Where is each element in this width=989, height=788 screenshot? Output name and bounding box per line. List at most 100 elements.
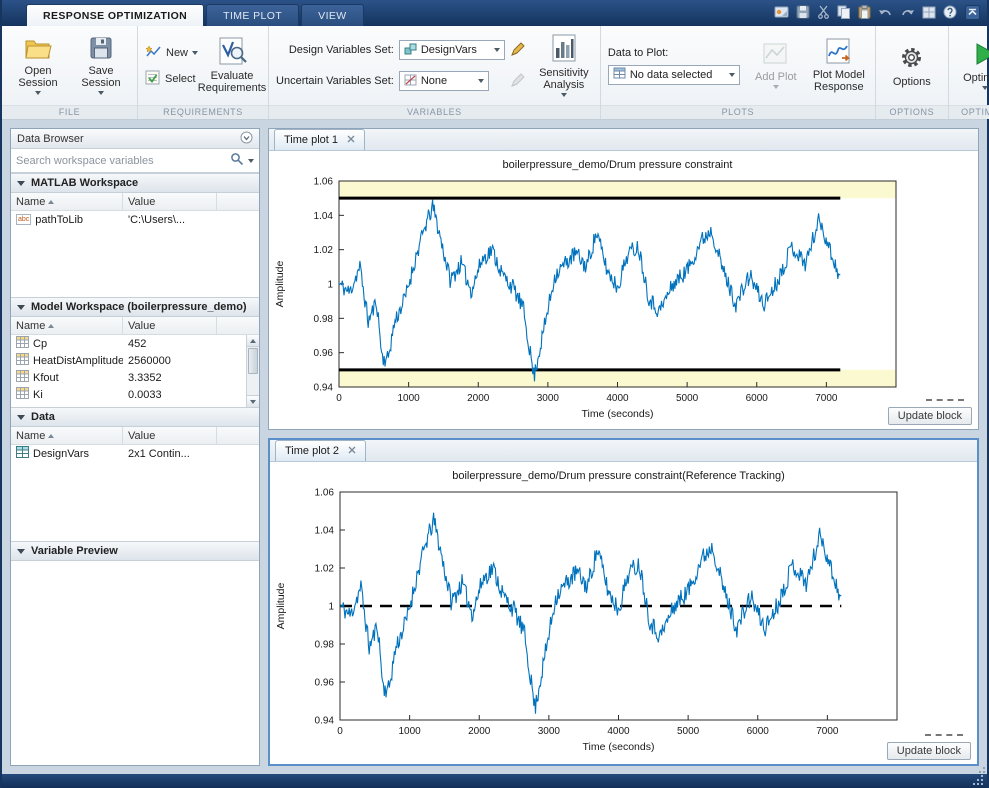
add-plot-label: Add Plot — [755, 71, 797, 83]
collapse-toolstrip-icon[interactable] — [965, 5, 980, 23]
data-to-plot-value: No data selected — [630, 69, 713, 81]
edit-uncertain-variables-button[interactable] — [510, 72, 526, 91]
collapse-triangle-icon — [17, 305, 25, 310]
matlab-workspace-title: MATLAB Workspace — [31, 177, 138, 189]
cut-icon[interactable] — [817, 5, 830, 19]
save-icon[interactable] — [796, 5, 810, 19]
redo-icon[interactable] — [900, 6, 915, 19]
column-header-name[interactable]: Name — [11, 193, 123, 210]
variable-set-icon — [404, 43, 417, 58]
update-block-button[interactable]: Update block — [888, 407, 972, 425]
collapse-triangle-icon — [17, 181, 25, 186]
copy-icon[interactable] — [837, 5, 851, 19]
search-input[interactable] — [16, 155, 226, 167]
uncertain-variables-dropdown[interactable]: None — [399, 71, 489, 91]
svg-text:1000: 1000 — [398, 393, 421, 404]
table-row[interactable]: DesignVars 2x1 Contin... — [11, 445, 259, 462]
options-label: Options — [893, 76, 931, 88]
section-label-options: OPTIONS — [876, 105, 948, 119]
options-button[interactable]: Options — [883, 40, 941, 92]
sort-ascending-icon — [48, 324, 54, 328]
svg-text:0: 0 — [336, 393, 342, 404]
tab-response-optimization[interactable]: RESPONSE OPTIMIZATION — [26, 4, 204, 26]
undo-icon[interactable] — [878, 6, 893, 19]
close-icon[interactable] — [347, 134, 355, 146]
model-workspace-header[interactable]: Model Workspace (boilerpressure_demo) — [11, 297, 259, 317]
column-header-name[interactable]: Name — [11, 427, 123, 444]
table-row[interactable]: Cp 452 — [11, 335, 259, 352]
chevron-down-icon — [982, 86, 988, 90]
column-header-name[interactable]: Name — [11, 317, 123, 334]
evaluate-requirements-button[interactable]: Evaluate Requirements — [203, 33, 261, 98]
table-row[interactable]: abcpathToLib 'C:\Users\... — [11, 211, 259, 228]
column-header-value[interactable]: Value — [123, 193, 217, 210]
scroll-up-button[interactable] — [247, 335, 259, 347]
data-browser-title: Data Browser — [17, 133, 84, 145]
scrollbar-thumb[interactable] — [248, 348, 258, 374]
sort-ascending-icon — [48, 434, 54, 438]
resize-grip[interactable] — [983, 771, 985, 773]
help-icon[interactable] — [943, 5, 957, 19]
tab-view[interactable]: VIEW — [301, 4, 363, 26]
table-row[interactable]: Kfout 3.3352 — [11, 369, 259, 386]
design-variables-dropdown[interactable]: DesignVars — [399, 40, 505, 60]
design-vars-icon — [16, 446, 29, 461]
layout-icon[interactable] — [922, 6, 936, 19]
value-column-label: Value — [128, 320, 155, 332]
chevron-down-icon — [494, 48, 500, 52]
parameter-grid-icon — [16, 370, 29, 385]
open-session-button[interactable]: Open Session — [9, 33, 67, 99]
sort-ascending-icon — [48, 200, 54, 204]
svg-text:1.06: 1.06 — [314, 177, 334, 188]
collapse-triangle-icon — [17, 549, 25, 554]
vertical-scrollbar[interactable] — [246, 335, 259, 407]
table-row[interactable]: Ki 0.0033 — [11, 386, 259, 403]
add-plot-button[interactable]: Add Plot — [747, 38, 805, 93]
plots-area: Time plot 1 0100020003000400050006000700… — [268, 128, 979, 766]
variable-preview-header[interactable]: Variable Preview — [11, 541, 259, 561]
evaluate-requirements-label: Evaluate Requirements — [198, 70, 266, 94]
new-requirement-icon — [145, 44, 162, 62]
column-header-value[interactable]: Value — [123, 317, 217, 334]
window-resize-grip[interactable] — [981, 783, 983, 785]
paste-icon[interactable] — [858, 5, 871, 19]
tab-time-plot[interactable]: TIME PLOT — [206, 4, 299, 26]
screenshot-icon[interactable] — [774, 5, 789, 19]
time-plot-2-chart: 010002000300040005000600070000.940.960.9… — [270, 462, 975, 760]
close-icon[interactable] — [348, 445, 356, 457]
update-block-button[interactable]: Update block — [887, 742, 971, 760]
search-options-caret-icon[interactable] — [248, 159, 254, 163]
svg-text:5000: 5000 — [677, 726, 700, 737]
table-row[interactable]: HeatDistAmplitude 2560000 — [11, 352, 259, 369]
scroll-down-button[interactable] — [247, 395, 259, 407]
column-header-value[interactable]: Value — [123, 427, 217, 444]
optimize-button[interactable]: Optimize — [956, 37, 989, 94]
svg-text:5000: 5000 — [676, 393, 699, 404]
time-plot-2-tab[interactable]: Time plot 2 — [275, 440, 366, 461]
variable-value: 2x1 Contin... — [123, 448, 241, 460]
variable-value: 0.0033 — [123, 389, 241, 401]
matlab-workspace-rows: abcpathToLib 'C:\Users\... — [11, 211, 259, 297]
svg-text:Amplitude: Amplitude — [275, 583, 287, 630]
svg-text:1.02: 1.02 — [314, 245, 334, 256]
search-icon[interactable] — [230, 152, 244, 169]
sensitivity-analysis-button[interactable]: Sensitivity Analysis — [535, 30, 593, 101]
matlab-workspace-header[interactable]: MATLAB Workspace — [11, 173, 259, 193]
svg-text:6000: 6000 — [746, 393, 769, 404]
panel-menu-icon[interactable] — [240, 131, 253, 147]
plot-model-response-button[interactable]: Plot Model Response — [810, 34, 868, 97]
save-session-button[interactable]: Save Session — [72, 33, 130, 99]
gear-icon — [898, 44, 925, 74]
parameter-grid-icon — [16, 353, 29, 368]
data-to-plot-dropdown[interactable]: No data selected — [608, 65, 740, 85]
edit-design-variables-button[interactable] — [510, 41, 526, 60]
new-requirement-button[interactable]: New — [145, 44, 198, 62]
time-plot-1-tab[interactable]: Time plot 1 — [274, 129, 365, 150]
data-section-header[interactable]: Data — [11, 407, 259, 427]
main-area: Data Browser MATLAB Workspace Name Value — [2, 120, 987, 774]
data-section-title: Data — [31, 411, 55, 423]
select-requirement-button[interactable]: Select — [145, 70, 198, 88]
plot-model-response-label: Plot Model Response — [812, 69, 866, 93]
variable-name: Kfout — [33, 372, 59, 384]
svg-text:Time (seconds): Time (seconds) — [583, 741, 655, 753]
